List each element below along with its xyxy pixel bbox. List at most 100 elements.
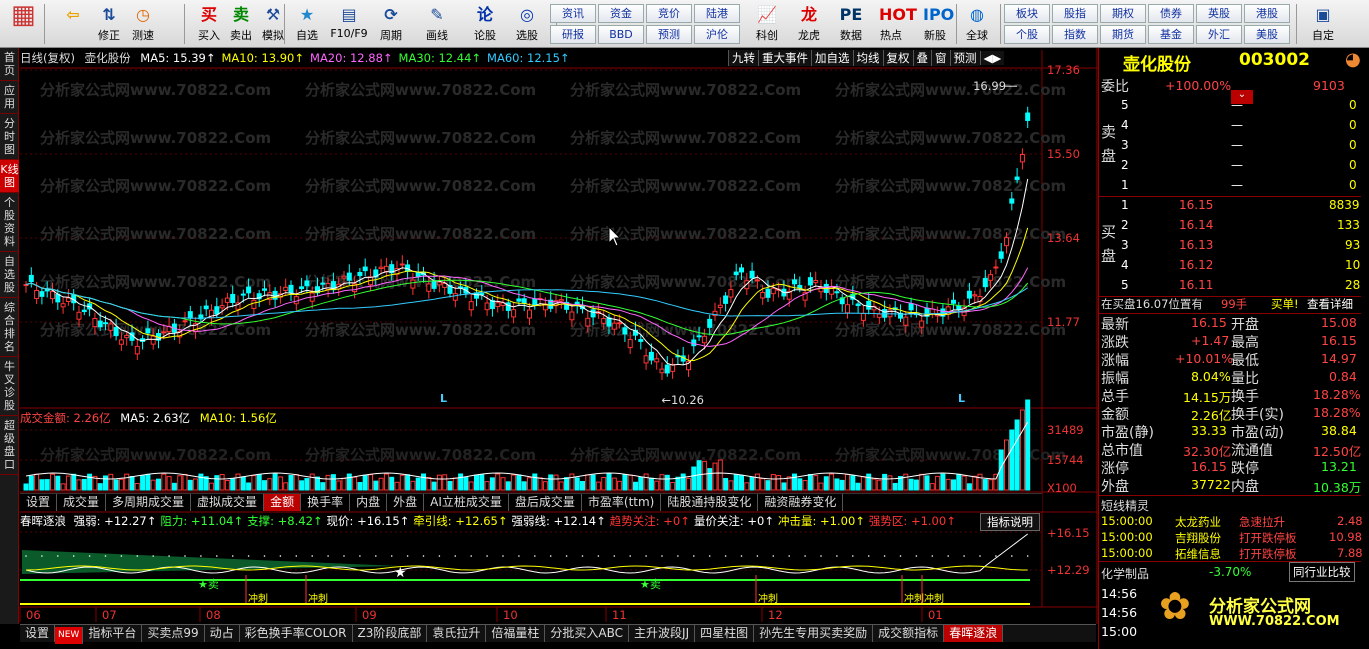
volume-tab[interactable]: 内盘 bbox=[350, 494, 388, 511]
candle-body bbox=[474, 292, 479, 299]
volume-tab[interactable]: 成交量 bbox=[57, 494, 107, 511]
stock-name-label: 壶化股份 bbox=[84, 51, 131, 65]
left-nav-item[interactable]: 综合排名 bbox=[0, 298, 19, 357]
chart-tool-button[interactable]: 加自选 bbox=[811, 50, 853, 66]
pie-chart-icon[interactable]: ◕ bbox=[1345, 49, 1361, 70]
spirit-stock[interactable]: 太龙药业 bbox=[1175, 514, 1221, 530]
volume-bar bbox=[489, 477, 495, 491]
volume-bar bbox=[352, 476, 358, 491]
volume-tab[interactable]: 金额 bbox=[264, 494, 302, 511]
chart-tool-button[interactable]: 九转 bbox=[728, 50, 758, 66]
indicator-tab[interactable]: 彩色换手率COLOR bbox=[240, 625, 353, 642]
indicator-tab[interactable]: 指标平台 bbox=[83, 625, 143, 642]
left-nav-item[interactable]: 牛叉诊股 bbox=[0, 357, 19, 416]
chart-tool-button[interactable]: 叠 bbox=[912, 50, 931, 66]
volume-tab[interactable]: 换手率 bbox=[301, 494, 351, 511]
spirit-stock[interactable]: 拓维信息 bbox=[1175, 546, 1221, 562]
left-nav-item[interactable]: 个股资料 bbox=[0, 193, 19, 252]
candle-body bbox=[643, 355, 649, 364]
indicator-axis-label: +12.29 bbox=[1047, 563, 1090, 577]
volume-bar bbox=[320, 482, 326, 491]
volume-tab[interactable]: AI立桩成交量 bbox=[424, 494, 509, 511]
volume-bar bbox=[792, 473, 797, 491]
sell-signal-label: ★卖 bbox=[198, 578, 219, 591]
volume-bar bbox=[585, 474, 591, 491]
volume-bar bbox=[574, 477, 580, 491]
spirit-stock[interactable]: 吉翔股份 bbox=[1175, 530, 1221, 546]
chart-tool-button[interactable]: 均线 bbox=[852, 50, 883, 66]
indicator-tab[interactable]: 成交额指标 bbox=[873, 625, 945, 642]
indicator-tab[interactable]: 四星柱图 bbox=[695, 625, 755, 642]
volume-tab[interactable]: 融资融券变化 bbox=[758, 494, 844, 511]
detail-link[interactable]: 查看详细 bbox=[1307, 296, 1353, 312]
chart-tool-button[interactable]: 重大事件 bbox=[758, 50, 811, 66]
indicator-tab[interactable]: 动占 bbox=[205, 625, 240, 642]
candle-body bbox=[696, 335, 702, 338]
left-nav-item[interactable]: 自选股 bbox=[0, 252, 19, 298]
left-nav-item[interactable]: 超级盘口 bbox=[0, 416, 19, 475]
chart-tool-button[interactable]: 窗 bbox=[931, 50, 950, 66]
volume-bar bbox=[548, 474, 554, 491]
indicator-help-button[interactable]: 指标说明 bbox=[980, 513, 1040, 531]
candle-body bbox=[998, 251, 1004, 259]
indicator-tab[interactable]: Z3阶段底部 bbox=[353, 625, 428, 642]
volume-tab[interactable]: 市盈率(ttm) bbox=[582, 494, 662, 511]
volume-tab[interactable]: 设置 bbox=[20, 494, 58, 511]
left-nav-item[interactable]: 应用 bbox=[0, 81, 19, 114]
candle-body bbox=[664, 364, 670, 374]
indicator-tab[interactable]: 买卖点99 bbox=[142, 625, 205, 642]
left-nav-item[interactable]: 分时图 bbox=[0, 114, 19, 160]
volume-tab[interactable]: 虚拟成交量 bbox=[191, 494, 265, 511]
chart-tool-button[interactable]: 预测 bbox=[949, 50, 980, 66]
logo-flower-icon: ✿ bbox=[1159, 584, 1191, 628]
compare-button[interactable]: 同行业比较 bbox=[1289, 562, 1355, 582]
indicator-tab[interactable]: 分批买入ABC bbox=[545, 625, 630, 642]
indicator-tab[interactable]: 春晖逐浪 bbox=[944, 625, 1004, 642]
volume-bar bbox=[627, 474, 633, 491]
volume-bar bbox=[129, 475, 135, 491]
volume-ma5: MA5: 2.63亿 bbox=[120, 411, 191, 425]
indicator-tab[interactable]: 主升波段JJ bbox=[629, 625, 696, 642]
chart-tool-button[interactable]: 复权 bbox=[882, 50, 913, 66]
candle-body bbox=[410, 279, 416, 289]
volume-bar bbox=[288, 474, 294, 491]
candle-body bbox=[611, 322, 617, 330]
volume-bar bbox=[161, 473, 167, 491]
volume-bar bbox=[357, 481, 363, 491]
indicator-tab[interactable]: 孙先生专用买卖奖励 bbox=[754, 625, 874, 642]
volume-bar bbox=[723, 478, 729, 491]
indicator-dot bbox=[438, 555, 441, 557]
volume-bar bbox=[638, 476, 644, 491]
volume-tab[interactable]: 外盘 bbox=[387, 494, 425, 511]
indicator-lines: ★卖 ★卖★冲刺 冲刺 冲刺 冲刺 冲刺 bbox=[20, 533, 1030, 605]
period-label[interactable]: 日线(复权) bbox=[20, 51, 75, 65]
buy-side-label: 买盘 bbox=[1101, 223, 1117, 265]
volume-bar bbox=[855, 482, 861, 491]
candlestick-series bbox=[23, 106, 1031, 381]
volume-bar bbox=[511, 474, 517, 491]
stat-label: 最新 bbox=[1101, 317, 1129, 333]
volume-tab[interactable]: 多周期成交量 bbox=[106, 494, 192, 511]
stat-label: 总市值 bbox=[1101, 443, 1143, 459]
watermark-text: 分析家公式网www.70822.Com bbox=[305, 81, 536, 99]
chart-nav-arrows-icon[interactable]: ◀▶ bbox=[979, 51, 1005, 65]
indicator-dot bbox=[597, 555, 600, 557]
indicator-tab[interactable]: 设置 bbox=[20, 625, 56, 642]
left-nav-item[interactable]: K线图 bbox=[0, 160, 19, 193]
indicator-tab[interactable]: 倍福量柱 bbox=[486, 625, 546, 642]
volume-bar bbox=[813, 475, 819, 491]
volume-bar bbox=[818, 482, 824, 491]
trade-qty: 99手 bbox=[1221, 297, 1248, 311]
volume-tab[interactable]: 陆股通持股变化 bbox=[661, 494, 759, 511]
indicator-dot bbox=[311, 555, 314, 557]
volume-tab[interactable]: 盘后成交量 bbox=[509, 494, 582, 511]
candle-body bbox=[288, 284, 294, 294]
indicator-tab[interactable]: 袁氏拉升 bbox=[427, 625, 487, 642]
impulse-label: 冲刺 bbox=[924, 592, 944, 605]
stat-value: 12.50亿 bbox=[1313, 444, 1362, 459]
volume-bar bbox=[458, 473, 464, 491]
left-nav-item[interactable]: 首页 bbox=[0, 48, 19, 81]
ask-level: 5 bbox=[1121, 98, 1129, 112]
bid-price: 16.15 bbox=[1179, 198, 1214, 212]
volume-bar bbox=[919, 473, 925, 491]
